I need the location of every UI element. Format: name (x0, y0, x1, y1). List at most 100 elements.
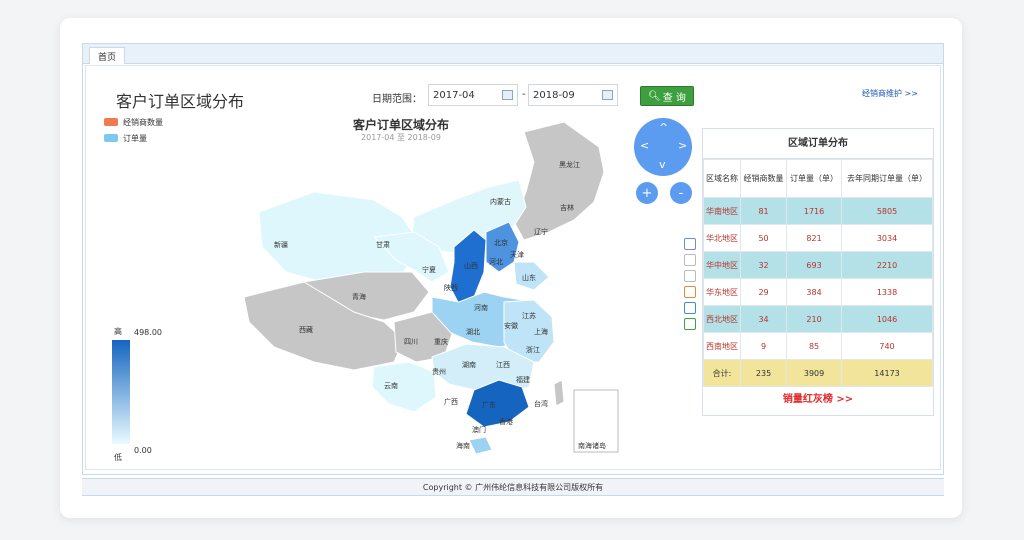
label-hebei: 河北 (489, 258, 503, 266)
map-legend: 经销商数量 订单量 (104, 114, 163, 146)
label-qinghai: 青海 (352, 292, 366, 301)
table-total-row: 合计: 235 3909 14173 (702, 359, 933, 387)
range-max-label: 498.00 (134, 328, 162, 337)
region-name-link[interactable]: 西北地区 (702, 305, 742, 333)
legend-swatch-orders (104, 134, 118, 142)
label-shandong: 山东 (522, 273, 536, 282)
sales-ranking-link[interactable]: 销量红灰榜 >> (703, 387, 933, 413)
tab-home[interactable]: 首页 (89, 47, 126, 64)
label-hubei: 湖北 (466, 327, 480, 336)
data-view-icon[interactable] (684, 286, 696, 298)
pan-left-icon[interactable]: < (640, 139, 649, 152)
pan-down-icon[interactable]: v (659, 158, 666, 171)
label-zhejiang: 浙江 (526, 345, 540, 354)
end-date-value: 2018-09 (533, 89, 575, 101)
table-row: 华南地区 81 1716 5805 (702, 197, 933, 225)
date-separator: - (522, 89, 526, 100)
label-ningxia: 宁夏 (422, 265, 436, 274)
col-dealer-count: 经销商数量 (740, 159, 788, 198)
app-frame: 首页 客户订单区域分布 经销商数量 订单量 日期范围： 2017-04 - 20… (82, 43, 944, 475)
pan-up-icon[interactable]: ^ (659, 121, 668, 134)
label-henan: 河南 (474, 303, 488, 312)
label-hunan: 湖南 (462, 360, 476, 369)
label-yunnan: 云南 (384, 381, 398, 390)
region-name-link[interactable]: 华北地区 (702, 224, 742, 252)
label-xinjiang: 新疆 (274, 240, 288, 249)
label-tianjin: 天津 (510, 251, 524, 259)
legend-label-orders: 订单量 (123, 133, 147, 143)
label-shanxi: 山西 (464, 261, 478, 270)
label-hongkong: 香港 (499, 417, 513, 426)
page-title: 客户订单区域分布 (116, 92, 245, 111)
table-row: 华中地区 32 693 2210 (702, 251, 933, 279)
table-row: 华东地区 29 384 1338 (702, 278, 933, 306)
col-last-year-orders: 去年同期订单量（单） (841, 159, 933, 198)
legend-item-orders[interactable]: 订单量 (104, 130, 163, 146)
label-jiangxi: 江西 (496, 361, 510, 369)
label-taiwan: 台湾 (534, 399, 548, 408)
tab-bar: 首页 (83, 44, 943, 64)
region-name-link[interactable]: 华南地区 (702, 197, 742, 225)
region-order-table: 区域名称 经销商数量 订单量（单） 去年同期订单量（单） 华南地区 81 171… (702, 159, 933, 387)
legend-item-dealers[interactable]: 经销商数量 (104, 114, 163, 130)
legend-swatch-dealers (104, 118, 118, 126)
label-guangdong: 广东 (482, 400, 496, 409)
col-region-name: 区域名称 (702, 159, 742, 198)
range-low-label: 低 (114, 453, 122, 462)
label-jiangsu: 江苏 (522, 311, 536, 320)
pan-right-icon[interactable]: > (678, 139, 687, 152)
legend-label-dealers: 经销商数量 (123, 117, 163, 127)
label-south-sea-islands: 南海诸岛 (578, 441, 606, 450)
label-beijing: 北京 (494, 238, 508, 247)
region-name-link[interactable]: 西南地区 (702, 332, 742, 360)
label-fujian: 福建 (516, 375, 530, 384)
table-row: 西北地区 34 210 1046 (702, 305, 933, 333)
start-date-input[interactable]: 2017-04 (428, 84, 518, 106)
region-hainan[interactable] (468, 436, 493, 455)
calendar-icon[interactable] (502, 90, 513, 100)
table-row: 西南地区 9 85 740 (702, 332, 933, 360)
main-content: 客户订单区域分布 经销商数量 订单量 日期范围： 2017-04 - 2018-… (85, 65, 941, 470)
region-yunnan[interactable] (371, 361, 437, 413)
save-icon[interactable] (684, 318, 696, 330)
zoom-in-button[interactable]: + (636, 182, 658, 204)
label-neimenggu: 内蒙古 (490, 197, 511, 206)
search-icon: 🔍︎ (648, 90, 661, 102)
range-min-label: 0.00 (134, 446, 152, 455)
label-macau: 澳门 (472, 425, 486, 434)
pencil-icon[interactable] (684, 254, 696, 266)
refresh-icon[interactable] (684, 302, 696, 314)
calendar-icon[interactable] (602, 90, 613, 100)
query-button[interactable]: 🔍︎ 查 询 (640, 86, 694, 106)
region-taiwan[interactable] (553, 379, 565, 407)
panel-title: 区域订单分布 (703, 129, 933, 159)
map-pan-control[interactable]: ^ v < > (634, 118, 692, 176)
label-guangxi: 广西 (444, 397, 458, 406)
label-hainan: 海南 (456, 441, 470, 450)
label-shaanxi: 陕西 (444, 283, 458, 292)
end-date-input[interactable]: 2018-09 (528, 84, 618, 106)
region-northeast[interactable] (513, 122, 605, 241)
edit-icon[interactable] (684, 238, 696, 250)
range-gradient-bar[interactable] (112, 340, 130, 444)
label-heilongjiang: 黑龙江 (559, 160, 580, 169)
label-xizang: 西藏 (299, 325, 313, 334)
region-order-panel: 区域订单分布 区域名称 经销商数量 订单量（单） 去年同期订单量（单） 华南地区… (702, 128, 934, 416)
footer-copyright: Copyright © 广州伟纶信息科技有限公司版权所有 (82, 478, 944, 496)
label-anhui: 安徽 (504, 321, 518, 330)
label-gansu: 甘肃 (376, 240, 390, 249)
region-name-link[interactable]: 华中地区 (702, 251, 742, 279)
label-guizhou: 贵州 (432, 367, 446, 376)
dealer-maintenance-link[interactable]: 经销商维护 >> (862, 88, 918, 99)
china-map[interactable]: 黑龙江 吉林 辽宁 内蒙古 新疆 甘肃 宁夏 北京 天津 河北 山西 山东 陕西… (204, 122, 624, 462)
date-range-label: 日期范围： (372, 94, 422, 105)
label-jilin: 吉林 (560, 203, 574, 212)
label-shanghai: 上海 (534, 327, 548, 336)
table-row: 华北地区 50 821 3034 (702, 224, 933, 252)
label-liaoning: 辽宁 (534, 227, 548, 236)
region-name-link[interactable]: 华东地区 (702, 278, 742, 306)
zoom-out-button[interactable]: - (670, 182, 692, 204)
range-high-label: 高 (114, 327, 122, 336)
label-sichuan: 四川 (404, 338, 418, 346)
share-icon[interactable] (684, 270, 696, 282)
